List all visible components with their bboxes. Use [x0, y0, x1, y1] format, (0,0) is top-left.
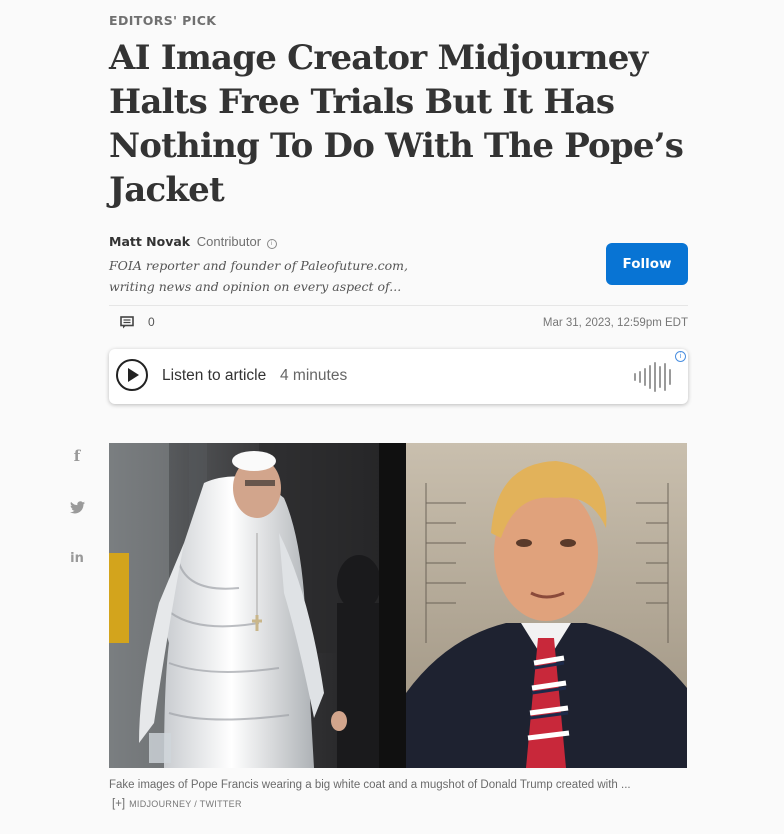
linkedin-icon[interactable]: in	[68, 551, 86, 566]
comment-count: 0	[148, 315, 155, 329]
listen-to-article-player[interactable]: Listen to article 4 minutes i	[109, 349, 688, 404]
comments-button[interactable]: 0	[120, 315, 155, 329]
article-hero-image[interactable]	[109, 443, 687, 768]
author-name[interactable]: Matt Novak	[109, 234, 190, 249]
listen-label: Listen to article	[162, 367, 267, 384]
author-row: Matt Novak Contributor i	[109, 234, 688, 250]
image-caption: Fake images of Pope Francis wearing a bi…	[109, 776, 688, 814]
byline: Matt Novak Contributor i FOIA reporter a…	[109, 234, 688, 297]
info-icon[interactable]: i	[266, 239, 277, 249]
facebook-icon[interactable]: f	[68, 447, 86, 465]
publish-date: Mar 31, 2023, 12:59pm EDT	[542, 317, 688, 329]
author-role: Contributor	[196, 234, 262, 249]
divider	[109, 305, 688, 306]
play-icon[interactable]	[116, 359, 148, 391]
listen-duration: 4 minutes	[280, 367, 348, 384]
comment-icon	[120, 315, 134, 328]
ad-info-icon[interactable]: i	[675, 351, 686, 362]
trump-mugshot-image	[406, 443, 687, 768]
image-credit: MIDJOURNEY / TWITTER	[129, 799, 242, 809]
editors-pick-label[interactable]: EDITORS' PICK	[109, 13, 216, 28]
author-bio: FOIA reporter and founder of Paleofuture…	[109, 258, 408, 294]
caption-expand-button[interactable]: [+]	[112, 798, 125, 810]
follow-button[interactable]: Follow	[606, 243, 688, 285]
audio-wave-icon	[634, 362, 671, 392]
twitter-icon[interactable]	[68, 499, 86, 518]
pope-puffer-coat-image	[109, 443, 406, 768]
article-headline: AI Image Creator Midjourney Halts Free T…	[109, 38, 684, 210]
caption-text: Fake images of Pope Francis wearing a bi…	[109, 779, 631, 791]
